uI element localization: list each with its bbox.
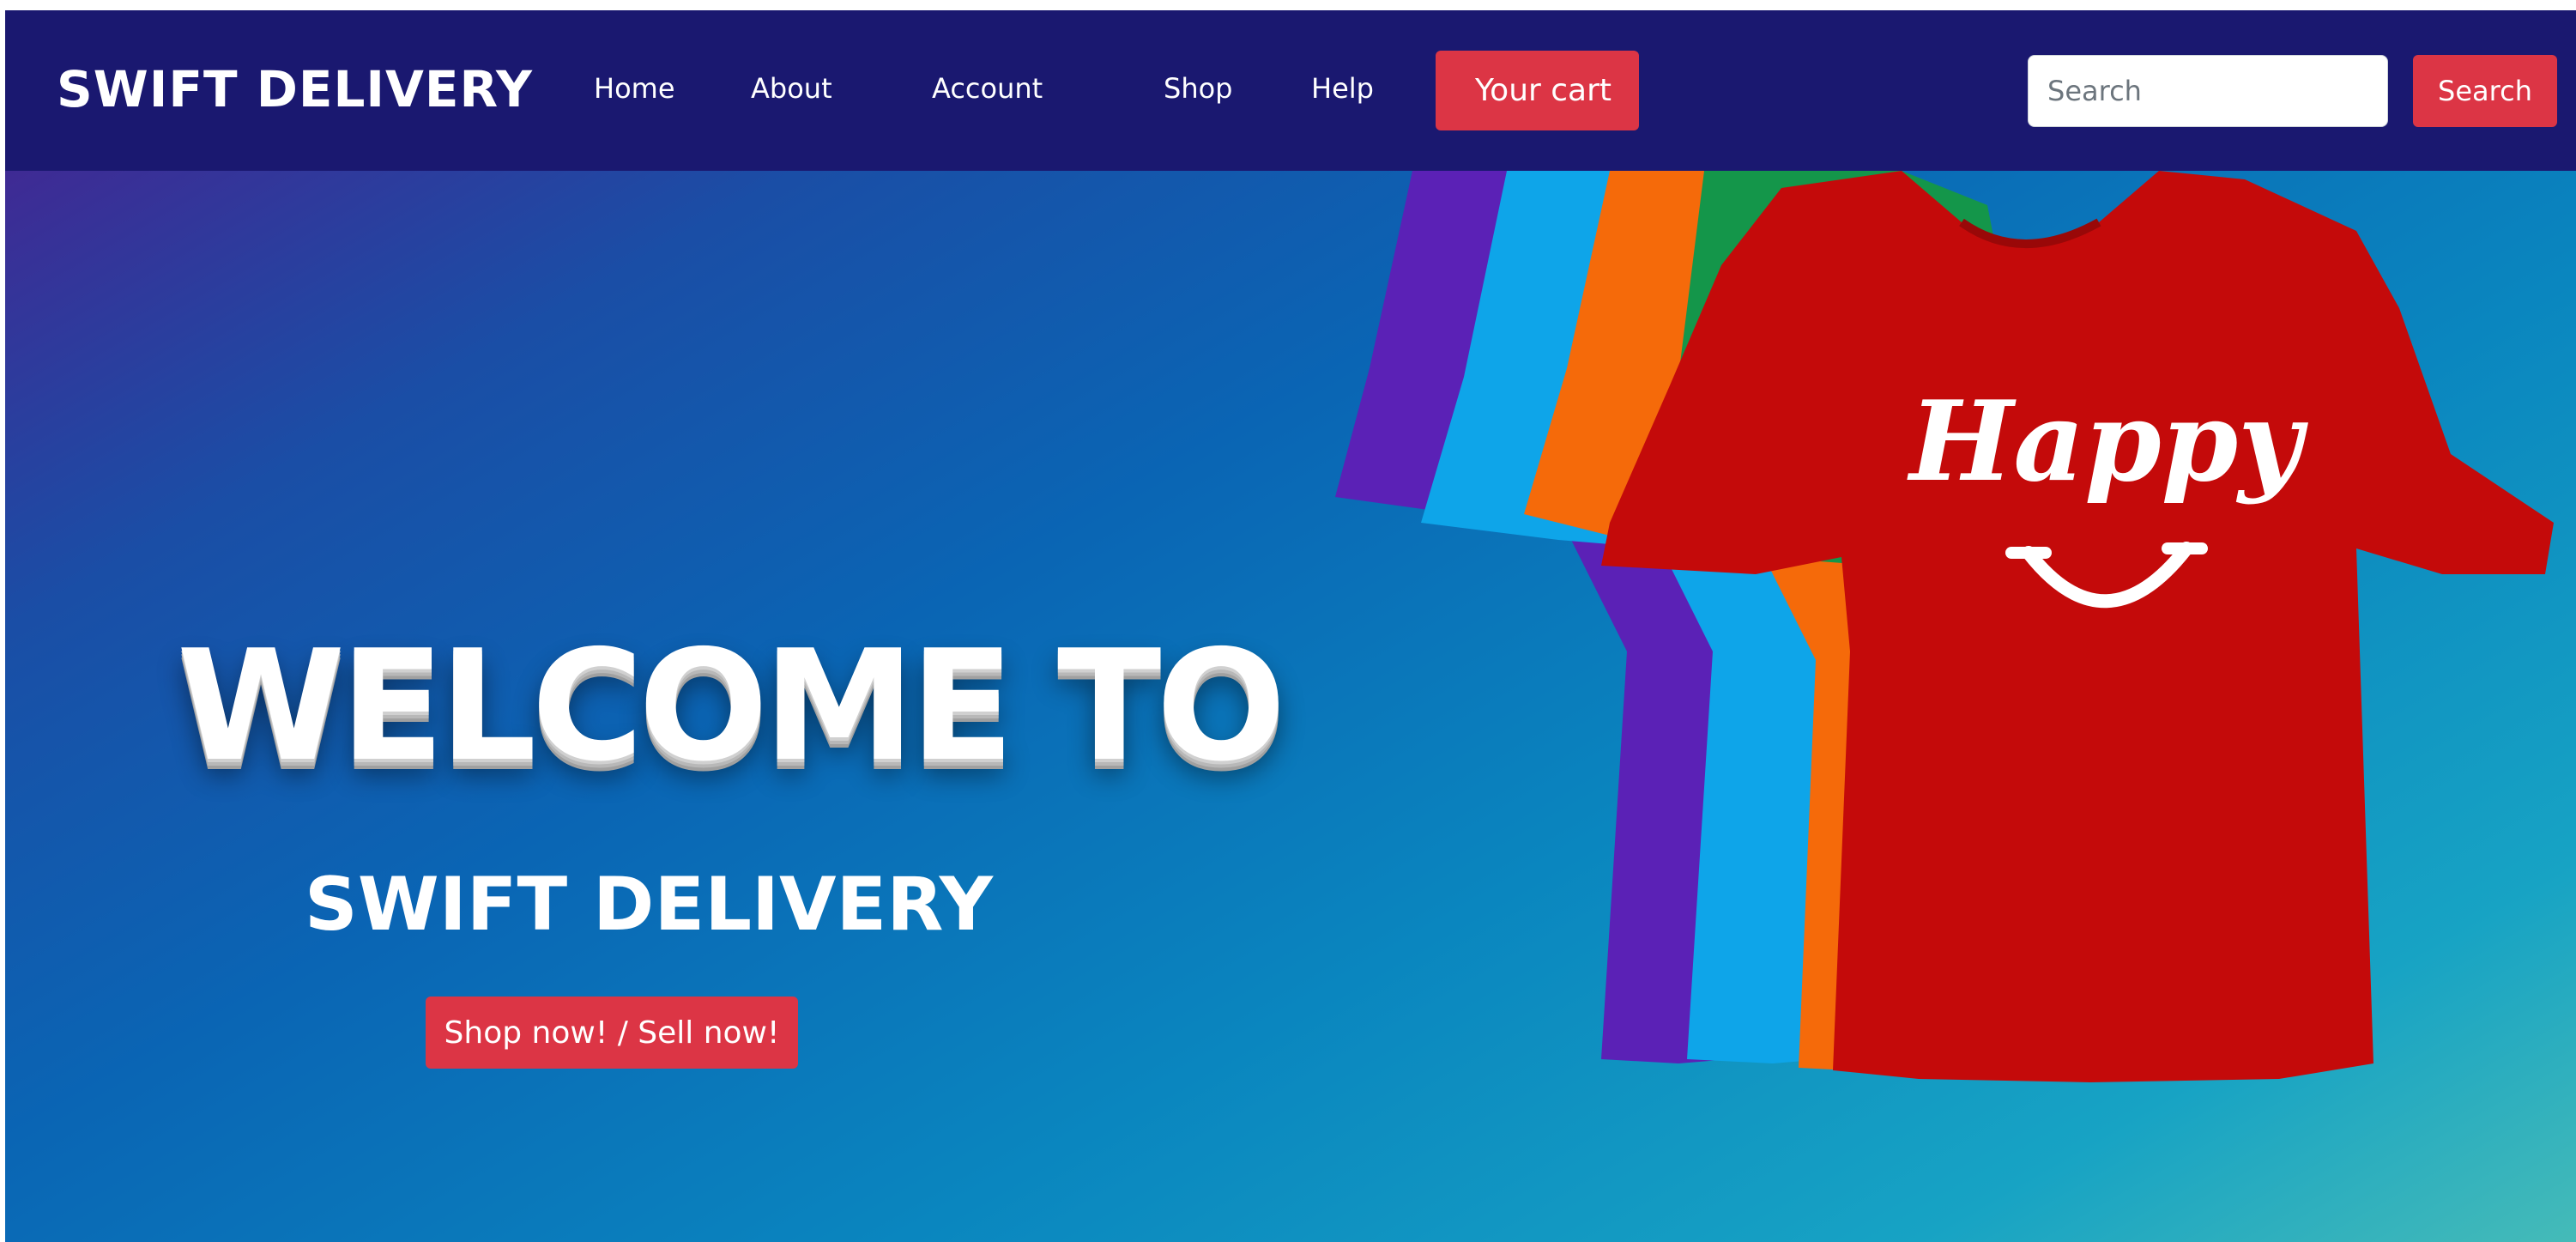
nav-about-label: About bbox=[751, 72, 832, 105]
tshirts-image: Happy bbox=[1335, 171, 2554, 1082]
cart-button-label: Your cart bbox=[1474, 73, 1612, 108]
page-frame: SWIFT DELIVERY Home About Account Shop H… bbox=[0, 0, 2576, 1242]
cart-button[interactable]: Your cart bbox=[1436, 51, 1639, 130]
nav-shop-label: Shop bbox=[1164, 72, 1233, 105]
nav-about[interactable]: About bbox=[751, 72, 832, 105]
nav-account-label: Account bbox=[932, 72, 1043, 105]
nav-help-label: Help bbox=[1311, 72, 1374, 105]
nav-home-label: Home bbox=[594, 72, 675, 105]
hero-banner: WELCOME TO SWIFT DELIVERY Shop now! / Se… bbox=[5, 171, 2576, 1242]
nav-account-dropdown[interactable]: Account bbox=[922, 72, 1053, 105]
nav-shop[interactable]: Shop bbox=[1164, 72, 1232, 105]
hero-heading: WELCOME TO bbox=[177, 617, 1286, 795]
shop-sell-button[interactable]: Shop now! / Sell now! bbox=[426, 997, 798, 1069]
nav-home[interactable]: Home bbox=[594, 72, 675, 105]
search-input[interactable] bbox=[2028, 55, 2388, 127]
brand-logo[interactable]: SWIFT DELIVERY bbox=[57, 60, 533, 118]
navbar: SWIFT DELIVERY Home About Account Shop H… bbox=[5, 10, 2576, 171]
nav-help[interactable]: Help bbox=[1311, 72, 1374, 105]
hero-subtitle: SWIFT DELIVERY bbox=[304, 862, 994, 948]
shirt-print-text: Happy bbox=[1907, 378, 2308, 506]
search-button[interactable]: Search bbox=[2413, 55, 2557, 127]
